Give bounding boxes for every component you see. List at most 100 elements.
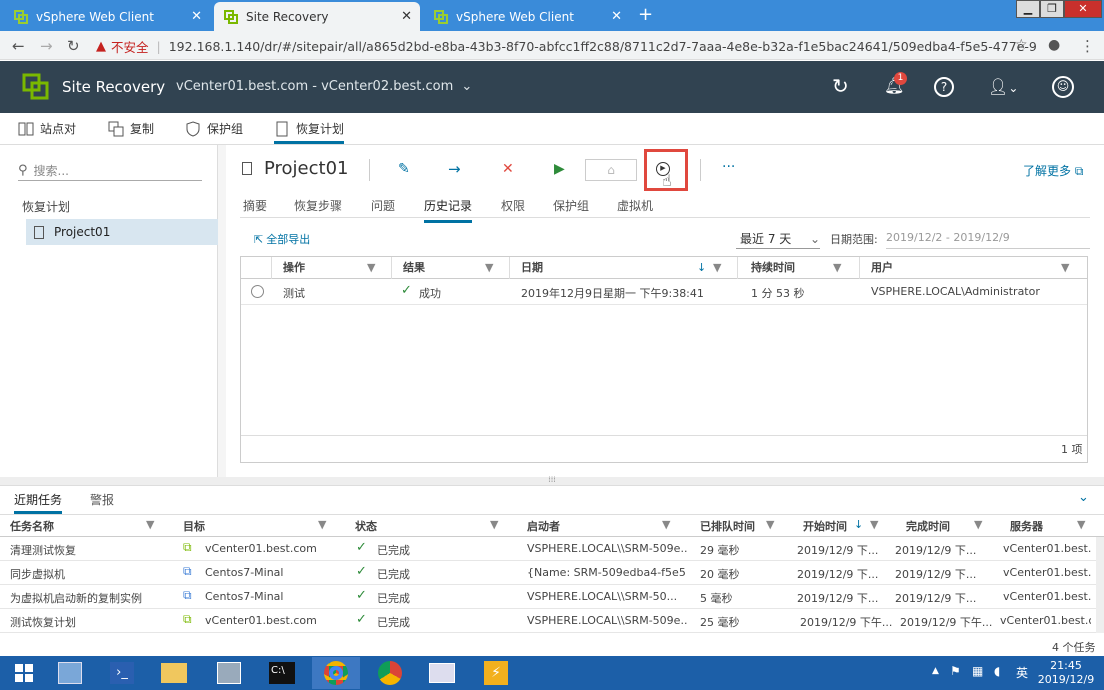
- column-date[interactable]: 日期: [521, 257, 543, 279]
- collapse-chevron-icon[interactable]: ⌄: [1078, 490, 1089, 505]
- chrome-icon[interactable]: [312, 657, 360, 689]
- row-radio[interactable]: [251, 285, 264, 298]
- more-actions-button[interactable]: ···: [722, 159, 735, 175]
- column-target[interactable]: 目标: [183, 518, 205, 534]
- task-row[interactable]: 清理测试恢复 ⧉ vCenter01.best.com ✓ 已完成 VSPHER…: [0, 537, 1096, 561]
- filter-icon[interactable]: ▼: [318, 518, 326, 531]
- filter-icon[interactable]: ▼: [1061, 257, 1069, 279]
- filter-icon[interactable]: ▼: [766, 518, 774, 531]
- close-tab-icon[interactable]: ✕: [401, 9, 412, 24]
- column-end-time[interactable]: 完成时间: [906, 518, 950, 534]
- tab-recovery-steps[interactable]: 恢复步骤: [294, 197, 342, 214]
- filter-icon[interactable]: ▼: [833, 257, 841, 279]
- column-server[interactable]: 服务器: [1010, 518, 1043, 534]
- url-field[interactable]: ▲ 不安全 | 192.168.1.140/dr/#/sitepair/all/…: [96, 35, 1036, 57]
- tray-network-icon[interactable]: ▦: [972, 664, 983, 678]
- tab-protection-groups[interactable]: 保护组: [553, 197, 589, 214]
- smiley-feedback-icon[interactable]: ☺: [1052, 76, 1074, 98]
- pane-splitter[interactable]: [218, 145, 226, 477]
- recovery-plan-item-project01[interactable]: Project01: [26, 219, 218, 245]
- vertical-scrollbar[interactable]: [1096, 537, 1104, 633]
- table-row[interactable]: 测试 ✓ 成功 2019年12月9日星期一 下午9:38:41 1 分 53 秒…: [241, 279, 1087, 305]
- filter-icon[interactable]: ▼: [870, 518, 878, 531]
- filter-icon[interactable]: ▼: [974, 518, 982, 531]
- horizontal-splitter[interactable]: ⁞⁞⁞: [0, 476, 1104, 485]
- tray-security-icon[interactable]: ⚑: [950, 664, 961, 678]
- close-tab-icon[interactable]: ✕: [611, 9, 622, 24]
- bookmark-star-icon[interactable]: ☆: [1015, 37, 1028, 53]
- column-start-time[interactable]: 开始时间: [803, 518, 847, 534]
- filter-icon[interactable]: ▼: [1077, 518, 1085, 531]
- tab-issues[interactable]: 问题: [371, 197, 395, 214]
- filter-icon[interactable]: ▼: [367, 257, 375, 279]
- tab-permissions[interactable]: 权限: [501, 197, 525, 214]
- toolbar-protection-groups[interactable]: 保护组: [185, 120, 243, 137]
- reload-icon[interactable]: ↻: [67, 37, 80, 55]
- period-select[interactable]: 最近 7 天 ⌄: [736, 229, 820, 249]
- notifications-button[interactable]: 🔔︎ 1: [884, 72, 907, 95]
- filter-icon[interactable]: ▼: [662, 518, 670, 531]
- browser-tab-vsphere-1[interactable]: vSphere Web Client ✕: [4, 2, 210, 31]
- filter-icon[interactable]: ▼: [490, 518, 498, 531]
- delete-x-icon[interactable]: ✕: [502, 161, 514, 177]
- help-icon[interactable]: ?: [934, 77, 954, 97]
- filter-icon[interactable]: ▼: [485, 257, 493, 279]
- resource-monitor-icon[interactable]: [418, 657, 466, 689]
- pinned-app-icon[interactable]: ⚡︎: [472, 657, 520, 689]
- powershell-icon[interactable]: ›_: [98, 657, 146, 689]
- minimize-button[interactable]: ▁: [1016, 0, 1040, 18]
- site-pair-selector[interactable]: vCenter01.best.com - vCenter02.best.com …: [176, 79, 472, 94]
- column-status[interactable]: 状态: [355, 518, 377, 534]
- back-icon[interactable]: ←: [12, 37, 25, 55]
- toolbar-site-pairs[interactable]: 站点对: [18, 120, 76, 137]
- export-all-button[interactable]: ⇱ 全部导出: [254, 231, 310, 247]
- toolbar-recovery-plans[interactable]: 恢复计划: [274, 120, 345, 144]
- tab-alarms[interactable]: 警报: [90, 491, 114, 508]
- column-result[interactable]: 结果: [403, 257, 425, 279]
- browser-tab-vsphere-2[interactable]: vSphere Web Client ✕: [424, 2, 630, 31]
- task-row[interactable]: 同步虚拟机 ⧉ Centos7-Minal ✓ 已完成 {Name: SRM-5…: [0, 561, 1096, 585]
- filter-icon[interactable]: ▼: [146, 518, 154, 531]
- maximize-button[interactable]: ❐: [1040, 0, 1064, 18]
- edit-pencil-icon[interactable]: ✎: [398, 161, 410, 177]
- new-tab-button[interactable]: +: [638, 4, 653, 25]
- close-window-button[interactable]: ✕: [1064, 0, 1102, 18]
- tray-volume-icon[interactable]: ◖: [994, 664, 1000, 678]
- filter-icon[interactable]: ▼: [713, 257, 721, 279]
- show-hidden-icons[interactable]: ▲: [932, 666, 939, 676]
- column-duration[interactable]: 持续时间: [751, 257, 795, 279]
- refresh-icon[interactable]: ↻: [832, 74, 849, 98]
- browser-tab-site-recovery[interactable]: Site Recovery ✕: [214, 2, 420, 31]
- column-user[interactable]: 用户: [871, 257, 893, 279]
- remote-desktop-icon[interactable]: [205, 657, 253, 689]
- profile-icon[interactable]: ●: [1048, 37, 1060, 53]
- column-task-name[interactable]: 任务名称: [10, 518, 54, 534]
- toolbar-replication[interactable]: 复制: [108, 120, 154, 137]
- sort-down-icon[interactable]: ↓: [697, 257, 706, 279]
- cmd-icon[interactable]: C:\: [258, 657, 306, 689]
- forward-icon[interactable]: →: [40, 37, 53, 55]
- date-range-field[interactable]: 2019/12/2 - 2019/12/9: [886, 229, 1090, 249]
- column-initiator[interactable]: 启动者: [527, 518, 560, 534]
- server-manager-icon[interactable]: [46, 657, 94, 689]
- start-button[interactable]: [0, 657, 48, 689]
- sort-down-icon[interactable]: ↓: [854, 518, 863, 531]
- tab-history[interactable]: 历史记录: [424, 197, 473, 223]
- tab-recent-tasks[interactable]: 近期任务: [14, 491, 63, 514]
- clock[interactable]: 21:45 2019/12/9: [1034, 659, 1098, 687]
- run-test-play-icon[interactable]: ▶: [554, 161, 565, 177]
- move-arrow-icon[interactable]: →: [448, 160, 461, 178]
- search-field[interactable]: ⚲ 搜索...: [18, 161, 202, 181]
- learn-more-link[interactable]: 了解更多 ⧉: [1023, 162, 1083, 179]
- close-tab-icon[interactable]: ✕: [191, 9, 202, 24]
- menu-kebab-icon[interactable]: ⋮: [1080, 37, 1095, 55]
- task-row[interactable]: 测试恢复计划 ⧉ vCenter01.best.com ✓ 已完成 VSPHER…: [0, 609, 1096, 633]
- user-menu[interactable]: 👤︎⌄: [988, 77, 1018, 96]
- chrome-icon-2[interactable]: [366, 657, 414, 689]
- task-row[interactable]: 为虚拟机启动新的复制实例 ⧉ Centos7-Minal ✓ 已完成 VSPHE…: [0, 585, 1096, 609]
- file-explorer-icon[interactable]: [150, 657, 198, 689]
- column-queued[interactable]: 已排队时间: [700, 518, 755, 534]
- tab-summary[interactable]: 摘要: [243, 197, 267, 214]
- tab-virtual-machines[interactable]: 虚拟机: [617, 197, 653, 214]
- ime-indicator[interactable]: 英: [1016, 664, 1028, 681]
